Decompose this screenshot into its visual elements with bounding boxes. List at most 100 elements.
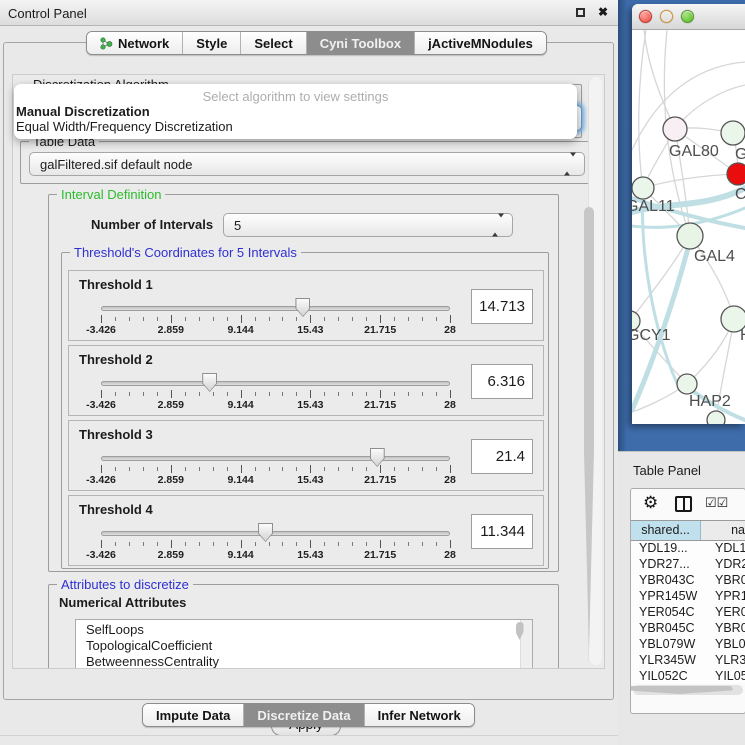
minimize-traffic-light-icon[interactable] — [660, 10, 673, 23]
table-row[interactable]: YER054CYER05 — [631, 605, 745, 621]
list-scrollbar[interactable] — [520, 620, 532, 668]
popup-option-equal-width-frequency[interactable]: Equal Width/Frequency Discretization — [14, 119, 577, 134]
column-header-shared-name[interactable]: shared... — [631, 521, 701, 540]
threshold-value-field[interactable]: 14.713 — [471, 289, 533, 324]
table-row[interactable]: YDL19...YDL19 — [631, 541, 745, 557]
tab-label: Cyni Toolbox — [320, 36, 401, 51]
cell-shared-name[interactable]: YPR145W — [631, 589, 709, 605]
tab-impute-data[interactable]: Impute Data — [143, 704, 244, 726]
cell-shared-name[interactable]: YDR27... — [631, 557, 709, 573]
table-row[interactable]: YBL079WYBL07 — [631, 637, 745, 653]
tab-network[interactable]: Network — [87, 32, 183, 54]
network-node[interactable] — [632, 177, 654, 199]
threshold-slider-track[interactable] — [101, 531, 450, 536]
split-columns-icon[interactable] — [675, 496, 692, 512]
threshold-value-field[interactable]: 21.4 — [471, 439, 533, 474]
table-row[interactable]: YIL052CYIL05 — [631, 669, 745, 683]
tick-mark — [338, 542, 339, 546]
numerical-attributes-list[interactable]: SelfLoopsTopologicalCoefficientBetweenne… — [75, 619, 533, 669]
cell-shared-name[interactable]: YLR345W — [631, 653, 709, 669]
popup-option-manual-discretization[interactable]: Manual Discretization — [14, 104, 577, 119]
popup-placeholder-item[interactable]: Select algorithm to view settings — [14, 89, 577, 104]
network-node[interactable] — [727, 163, 745, 185]
attribute-list-item[interactable]: TopologicalCoefficient — [76, 638, 532, 654]
cell-shared-name[interactable]: YIL052C — [631, 669, 709, 683]
group-title: Attributes to discretize — [57, 577, 193, 592]
tick-mark — [422, 317, 423, 321]
network-node[interactable] — [677, 223, 703, 249]
cell-name[interactable]: YIL05 — [709, 669, 745, 683]
table-horizontal-scrollbar[interactable] — [633, 685, 743, 695]
network-edge[interactable] — [643, 174, 738, 188]
table-row[interactable]: YBR043CYBR04 — [631, 573, 745, 589]
tick-mark — [408, 467, 409, 471]
tick-mark — [380, 315, 381, 323]
tab-jactivemnodules[interactable]: jActiveMNodules — [415, 32, 546, 54]
column-header-name[interactable]: na — [701, 521, 745, 540]
tick-label: 9.144 — [227, 474, 253, 486]
threshold-value-field[interactable]: 11.344 — [471, 514, 533, 549]
tab-infer-network[interactable]: Infer Network — [365, 704, 474, 726]
threshold-slider-track[interactable] — [101, 306, 450, 311]
network-node-label: H — [740, 327, 745, 344]
network-node[interactable] — [663, 117, 687, 141]
table-row[interactable]: YDR27...YDR27 — [631, 557, 745, 573]
threshold-slider-track[interactable] — [101, 381, 450, 386]
cell-name[interactable]: YER05 — [709, 605, 745, 621]
threshold-value-field[interactable]: 6.316 — [471, 364, 533, 399]
cell-name[interactable]: YBR04 — [709, 621, 745, 637]
tab-cyni-toolbox[interactable]: Cyni Toolbox — [307, 32, 415, 54]
network-node[interactable] — [721, 121, 745, 145]
tab-discretize-data[interactable]: Discretize Data — [244, 704, 364, 726]
cell-shared-name[interactable]: YBL079W — [631, 637, 709, 653]
network-node-label: HAP2 — [689, 393, 731, 410]
tick-mark — [436, 542, 437, 546]
tick-mark — [324, 317, 325, 321]
attribute-list-item[interactable]: BetweennessCentrality — [76, 654, 532, 669]
network-node[interactable] — [677, 374, 697, 394]
network-node[interactable] — [707, 411, 725, 424]
tick-mark — [450, 465, 451, 473]
table-row[interactable]: YBR045CYBR04 — [631, 621, 745, 637]
tick-mark — [408, 392, 409, 396]
tick-mark — [143, 542, 144, 546]
cell-shared-name[interactable]: YBR045C — [631, 621, 709, 637]
network-window-titlebar — [632, 4, 745, 30]
zoom-traffic-light-icon[interactable] — [681, 10, 694, 23]
tick-mark — [450, 315, 451, 323]
cell-name[interactable]: YLR34 — [709, 653, 745, 669]
tick-mark — [185, 317, 186, 321]
cell-name[interactable]: YBL07 — [709, 637, 745, 653]
network-edge[interactable] — [639, 30, 646, 188]
tab-style[interactable]: Style — [183, 32, 241, 54]
settings-scrollbar[interactable] — [588, 77, 602, 665]
cell-name[interactable]: YDL19 — [709, 541, 745, 557]
cell-name[interactable]: YDR27 — [709, 557, 745, 573]
cell-shared-name[interactable]: YBR043C — [631, 573, 709, 589]
tab-label: Infer Network — [378, 708, 461, 723]
network-canvas[interactable]: GAL80GACGAL11GAL4GCY1HHAP2 — [632, 30, 745, 424]
cell-name[interactable]: YPR14 — [709, 589, 745, 605]
network-edge[interactable] — [644, 30, 675, 129]
tick-mark — [296, 392, 297, 396]
tick-label: 15.43 — [297, 399, 323, 411]
tick-mark — [129, 542, 130, 546]
tick-label: 2.859 — [158, 549, 184, 561]
number-of-intervals-spinner[interactable]: 5 — [223, 213, 513, 237]
gear-icon[interactable]: ⚙ — [643, 493, 658, 513]
cell-shared-name[interactable]: YDL19... — [631, 541, 709, 557]
close-traffic-light-icon[interactable] — [639, 10, 652, 23]
close-icon[interactable]: ✖ — [598, 5, 608, 19]
cell-name[interactable]: YBR04 — [709, 573, 745, 589]
tick-mark — [269, 467, 270, 471]
table-row[interactable]: YLR345WYLR34 — [631, 653, 745, 669]
threshold-slider-track[interactable] — [101, 456, 450, 461]
float-window-icon[interactable] — [576, 8, 585, 17]
table-row[interactable]: YPR145WYPR14 — [631, 589, 745, 605]
tab-select[interactable]: Select — [241, 32, 306, 54]
table-data-combobox[interactable]: galFiltered.sif default node — [29, 152, 585, 176]
checked-checkboxes-icon[interactable]: ☑☑ — [705, 495, 728, 511]
attribute-list-item[interactable]: SelfLoops — [76, 622, 532, 638]
cell-shared-name[interactable]: YER054C — [631, 605, 709, 621]
tick-mark — [185, 467, 186, 471]
